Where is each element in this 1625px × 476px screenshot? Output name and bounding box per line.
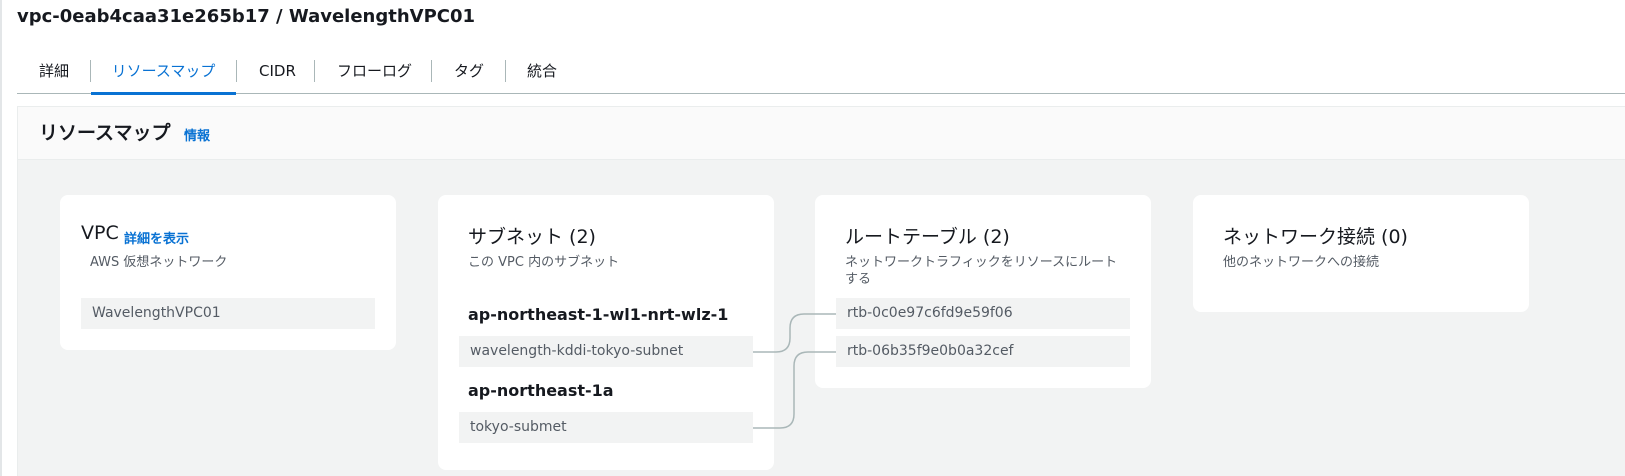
tab-cidr[interactable]: CIDR xyxy=(259,52,296,93)
tab-resource-map[interactable]: リソースマップ xyxy=(91,52,236,95)
active-tab-indicator xyxy=(91,92,236,95)
resource-map-panel: リソースマップ 情報 VPC 詳細を表示 AWS 仮想ネットワーク Wavele… xyxy=(17,106,1625,476)
network-connections-card: ネットワーク接続 (0) 他のネットワークへの接続 xyxy=(1193,195,1529,312)
subnet-card-description: この VPC 内のサブネット xyxy=(468,255,620,270)
subnet-item[interactable]: tokyo-submet xyxy=(459,412,753,443)
window-edge xyxy=(0,0,2,476)
tab-divider xyxy=(314,60,315,82)
tab-flow-logs[interactable]: フローログ xyxy=(337,52,412,93)
route-table-card: ルートテーブル (2) ネットワークトラフィックをリソースにルートする rtb-… xyxy=(815,195,1151,388)
resource-map-header: リソースマップ 情報 xyxy=(18,107,1625,160)
network-connections-card-title: ネットワーク接続 (0) xyxy=(1223,226,1408,248)
tab-details[interactable]: 詳細 xyxy=(39,52,69,93)
tab-bar: 詳細 リソースマップ CIDR フローログ タグ 統合 xyxy=(17,52,1625,95)
availability-zone-label: ap-northeast-1a xyxy=(468,381,614,400)
vpc-card-description: AWS 仮想ネットワーク xyxy=(90,255,228,270)
tab-tags[interactable]: タグ xyxy=(454,52,484,93)
route-table-card-description: ネットワークトラフィックをリソースにルートする xyxy=(845,255,1118,287)
vpc-name-item[interactable]: WavelengthVPC01 xyxy=(81,298,375,329)
tab-divider xyxy=(431,60,432,82)
subnet-card: サブネット (2) この VPC 内のサブネット ap-northeast-1-… xyxy=(438,195,774,470)
tab-resource-map-label: リソースマップ xyxy=(111,62,216,80)
subnet-card-title: サブネット (2) xyxy=(468,226,596,248)
info-link[interactable]: 情報 xyxy=(184,125,210,144)
tab-integrations[interactable]: 統合 xyxy=(527,52,557,93)
network-connections-card-description: 他のネットワークへの接続 xyxy=(1223,255,1380,270)
subnet-item[interactable]: wavelength-kddi-tokyo-subnet xyxy=(459,336,753,367)
vpc-card-title: VPC xyxy=(81,222,119,244)
tab-divider xyxy=(505,60,506,82)
availability-zone-label: ap-northeast-1-wl1-nrt-wlz-1 xyxy=(468,305,729,324)
route-table-item[interactable]: rtb-0c0e97c6fd9e59f06 xyxy=(836,298,1130,329)
vpc-details-link[interactable]: 詳細を表示 xyxy=(124,228,189,247)
vpc-card: VPC 詳細を表示 AWS 仮想ネットワーク WavelengthVPC01 xyxy=(60,195,396,350)
page-title: vpc-0eab4caa31e265b17 / WavelengthVPC01 xyxy=(17,6,476,27)
route-table-item[interactable]: rtb-06b35f9e0b0a32cef xyxy=(836,336,1130,367)
resource-map-title: リソースマップ xyxy=(39,122,171,144)
tab-divider xyxy=(236,60,237,82)
route-table-card-title: ルートテーブル (2) xyxy=(845,226,1010,248)
